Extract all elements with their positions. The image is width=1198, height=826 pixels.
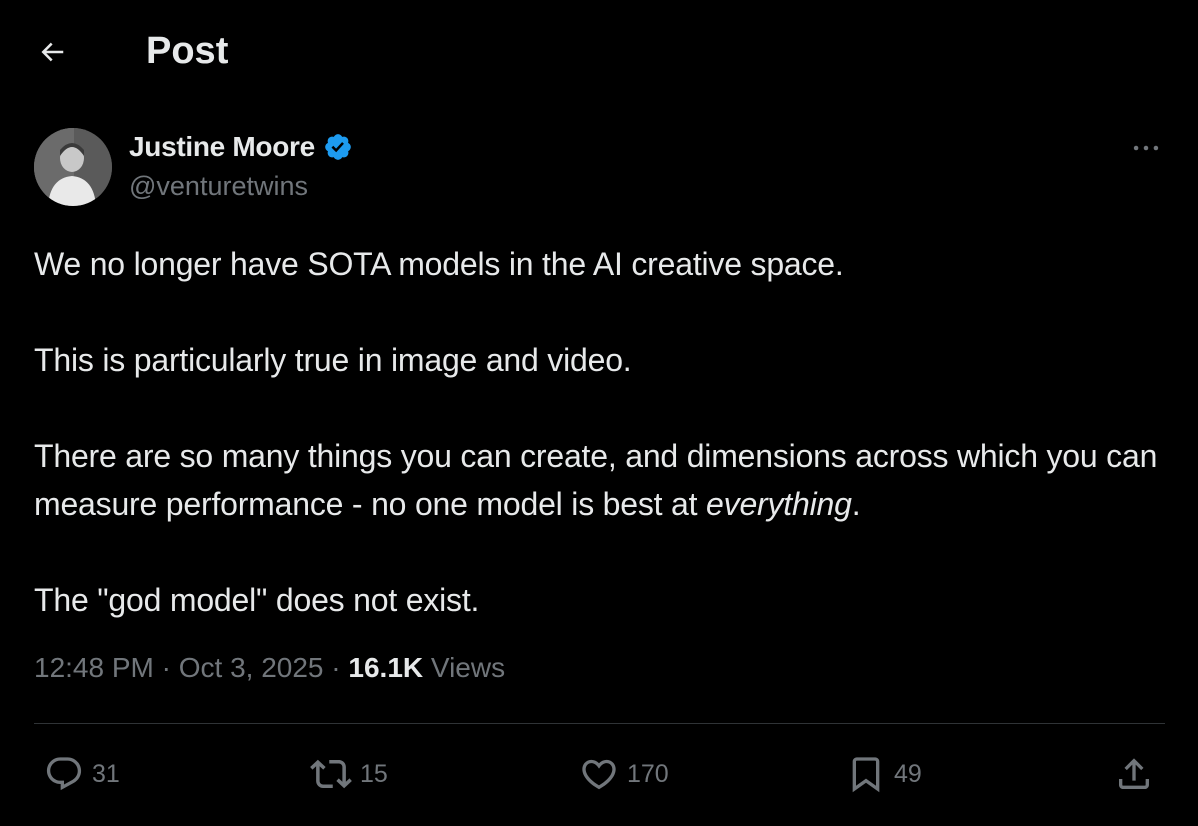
avatar[interactable]: [34, 128, 112, 206]
avatar-photo-icon: [34, 128, 112, 206]
heart-icon: [582, 759, 616, 790]
post-header: Post: [0, 0, 1198, 104]
more-options-button[interactable]: [1126, 130, 1166, 166]
post-paragraph: The "god model" does not exist.: [34, 582, 480, 618]
reply-button[interactable]: 31: [44, 752, 120, 796]
post-emphasis: everything: [706, 486, 852, 522]
author-display-name: Justine Moore: [129, 131, 315, 162]
views-count: 16.1K: [348, 652, 424, 683]
author-handle[interactable]: @venturetwins: [129, 171, 308, 202]
reply-icon: [46, 757, 82, 791]
views-label: Views: [430, 652, 506, 683]
post-text: We no longer have SOTA models in the AI …: [34, 240, 1164, 624]
more-horizontal-icon: [1133, 145, 1159, 151]
back-button[interactable]: [30, 30, 74, 74]
repost-button[interactable]: 15: [310, 752, 388, 796]
repost-icon: [310, 759, 352, 789]
arrow-left-icon: [41, 42, 64, 62]
author-name[interactable]: Justine Moore: [129, 131, 353, 163]
post-emphasis-suffix: .: [851, 486, 861, 522]
share-button[interactable]: [1114, 752, 1154, 796]
repost-count: 15: [360, 759, 388, 788]
bookmark-button[interactable]: 49: [846, 752, 922, 796]
divider: [34, 723, 1165, 724]
like-count: 170: [627, 759, 669, 788]
verified-badge-icon: [325, 134, 351, 160]
share-icon: [1119, 758, 1149, 789]
post-date[interactable]: Oct 3, 2025: [179, 652, 324, 683]
bookmark-count: 49: [894, 759, 922, 788]
page-title: Post: [146, 30, 229, 72]
reply-count: 31: [92, 759, 120, 788]
post-paragraph: This is particularly true in image and v…: [34, 342, 632, 378]
meta-separator: ·: [331, 652, 341, 683]
bookmark-icon: [852, 757, 880, 793]
post-paragraph-text: There are so many things you can create,…: [34, 438, 1158, 522]
meta-separator: ·: [161, 652, 171, 683]
post-paragraph: There are so many things you can create,…: [34, 432, 1164, 528]
post-paragraph: We no longer have SOTA models in the AI …: [34, 246, 844, 282]
post-meta: 12:48 PM · Oct 3, 2025 · 16.1K Views: [34, 652, 505, 684]
like-button[interactable]: 170: [579, 752, 669, 796]
post-time[interactable]: 12:48 PM: [34, 652, 154, 683]
